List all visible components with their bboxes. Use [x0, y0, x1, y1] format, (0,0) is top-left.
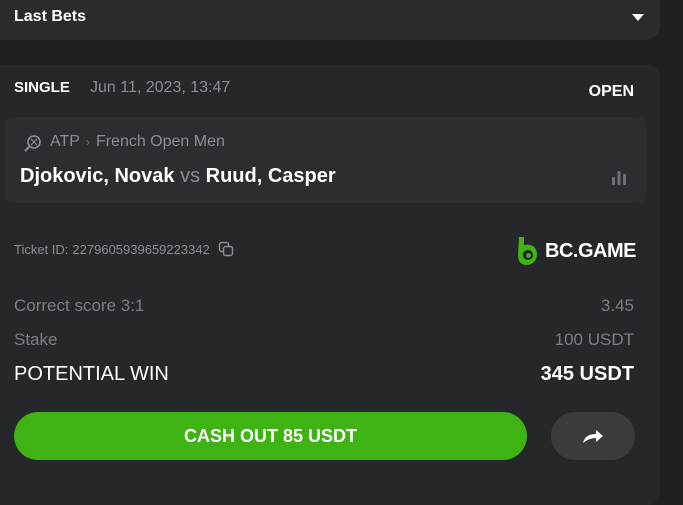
league-breadcrumb: ATP › French Open Men [50, 133, 225, 151]
match-title: Djokovic, Novak vs Ruud, Casper [20, 165, 336, 188]
bet-type: SINGLE [14, 79, 70, 96]
tournament-name: French Open Men [95, 133, 225, 150]
breadcrumb-separator: › [85, 135, 90, 149]
stake-label: Stake [14, 330, 58, 349]
stats-icon[interactable] [610, 169, 628, 185]
vs-label: vs [180, 165, 201, 187]
bet-card: SINGLE Jun 11, 2023, 13:47 OPEN ATP › Fr… [0, 65, 660, 505]
brand-name: BC.GAME [545, 239, 636, 262]
potential-win-label: POTENTIAL WIN [14, 363, 169, 385]
tennis-icon [24, 135, 41, 152]
last-bets-dropdown[interactable]: Last Bets [0, 0, 660, 40]
ticket-label: Ticket ID: [14, 241, 69, 257]
home-player: Djokovic, Novak [20, 165, 175, 187]
selection-row: Correct score 3:1 3.45 [14, 296, 634, 316]
selection-label: Correct score 3:1 [14, 296, 145, 315]
potential-win-value: 345 USDT [540, 363, 634, 385]
potential-win-row: POTENTIAL WIN 345 USDT [14, 363, 634, 386]
away-player: Ruud, Casper [205, 165, 336, 187]
event-box[interactable]: ATP › French Open Men Djokovic, Novak vs… [5, 117, 646, 203]
bet-status: OPEN [588, 83, 634, 100]
share-button[interactable] [551, 412, 635, 460]
share-icon [583, 430, 603, 443]
dropdown-label: Last Bets [14, 8, 87, 25]
copy-icon[interactable] [218, 241, 234, 257]
ticket-id: 2279605939659223342 [72, 241, 210, 257]
caret-down-icon[interactable] [632, 14, 644, 21]
league-name: ATP [50, 133, 80, 150]
bc-game-logo-icon [518, 237, 538, 265]
stake-row: Stake 100 USDT [14, 330, 634, 350]
brand-logo: BC.GAME [515, 235, 636, 267]
cash-out-button[interactable]: CASH OUT 85 USDT [14, 412, 527, 460]
stake-value: 100 USDT [554, 330, 634, 349]
selection-odds: 3.45 [600, 296, 634, 315]
bet-date: Jun 11, 2023, 13:47 [90, 79, 231, 96]
ticket-info: Ticket ID: 2279605939659223342 [14, 241, 234, 257]
